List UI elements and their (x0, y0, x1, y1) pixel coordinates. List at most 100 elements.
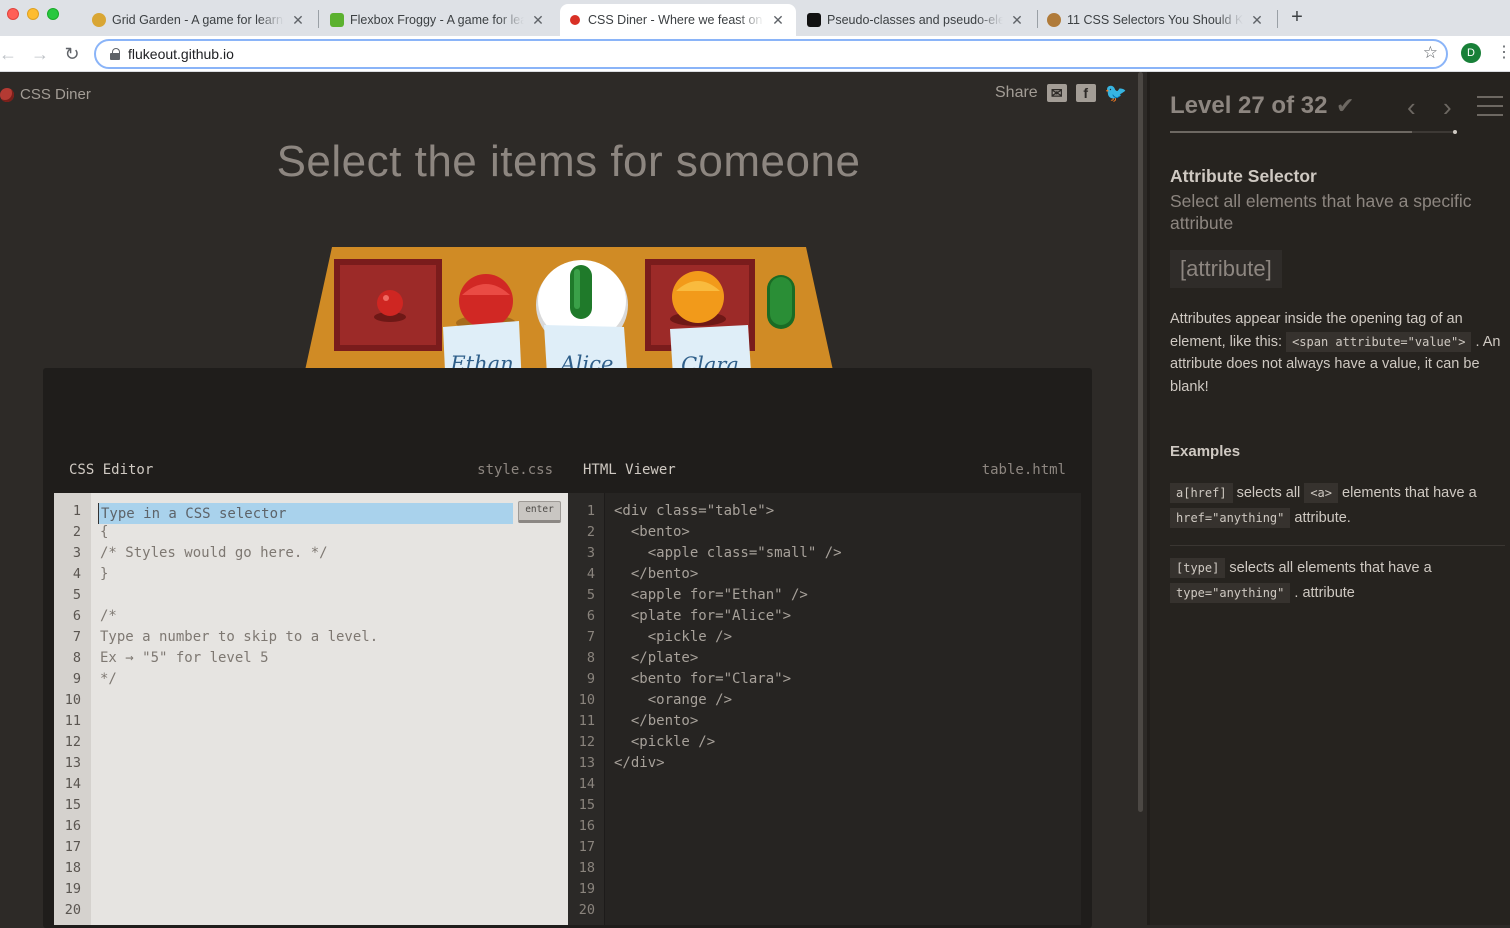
html-code-line[interactable]: </div> (614, 755, 665, 771)
html-code-line[interactable]: <bento> (614, 524, 690, 540)
css-line-number: 10 (64, 692, 81, 708)
css-code-line: /* (100, 608, 117, 624)
css-line-number: 1 (72, 503, 81, 519)
next-level-chevron-icon[interactable]: › (1443, 92, 1452, 123)
html-line-number: 11 (578, 713, 595, 729)
css-diner-favicon (570, 15, 580, 25)
css-line-number: 11 (64, 713, 81, 729)
window-zoom-control[interactable] (47, 8, 59, 20)
html-line-number: 14 (578, 776, 595, 792)
share-label: Share (995, 84, 1038, 101)
progress-knob (1453, 130, 1457, 134)
html-line-number: 17 (578, 839, 595, 855)
html-code-line[interactable]: <bento for="Clara"> (614, 671, 791, 687)
address-bar[interactable]: flukeout.github.io ☆ (94, 39, 1448, 69)
css-selectors-favicon (1047, 13, 1061, 27)
css-diner-logo[interactable]: CSS Diner (0, 86, 91, 103)
html-line-number: 2 (586, 524, 595, 540)
level-progress-bar (1170, 130, 1457, 134)
twitter-icon[interactable]: 🐦 (1105, 84, 1127, 102)
css-selector-input[interactable] (98, 503, 513, 524)
browser-menu-icon[interactable]: ⋮ (1496, 44, 1510, 62)
examples-divider (1170, 545, 1505, 546)
profile-avatar[interactable]: D (1461, 43, 1481, 63)
html-code-line[interactable]: <pickle /> (614, 734, 715, 750)
close-tab-icon[interactable]: ✕ (770, 12, 786, 29)
html-line-number: 19 (578, 881, 595, 897)
css-line-number: 18 (64, 860, 81, 876)
browser-toolbar: ← → ↻ flukeout.github.io ☆ (0, 36, 1510, 72)
game-scrollbar[interactable] (1138, 72, 1143, 812)
tab-title: Flexbox Froggy - A game for learning CSS… (350, 13, 524, 27)
close-tab-icon[interactable]: ✕ (1009, 12, 1025, 29)
browser-tab-pseudo-classes[interactable]: Pseudo-classes and pseudo-elements ✕ (799, 4, 1035, 36)
css-line-number: 20 (64, 902, 81, 918)
window-minimize-control[interactable] (27, 8, 39, 20)
html-code-line[interactable]: </bento> (614, 713, 698, 729)
email-icon[interactable]: ✉ (1046, 84, 1067, 102)
share-bar: Share ✉ f 🐦 (995, 84, 1127, 102)
close-tab-icon[interactable]: ✕ (290, 12, 306, 29)
tab-title: Pseudo-classes and pseudo-elements (827, 13, 1003, 27)
html-viewer-title: HTML Viewer (583, 462, 676, 478)
html-code-line[interactable]: <div class="table"> (614, 503, 774, 519)
css-editor-title: CSS Editor (69, 462, 154, 478)
css-line-number: 5 (72, 587, 81, 603)
html-code-line[interactable]: </plate> (614, 650, 698, 666)
css-code-line: */ (100, 671, 117, 687)
html-code-line[interactable]: <orange /> (614, 692, 732, 708)
example-code: <a> (1304, 483, 1338, 503)
forward-arrow-icon[interactable]: → (28, 42, 52, 66)
css-file-name: style.css (477, 462, 553, 478)
html-code-line[interactable]: <apple for="Ethan" /> (614, 587, 808, 603)
browser-tab-css-selectors[interactable]: 11 CSS Selectors You Should Know ✕ (1039, 4, 1275, 36)
level-header: Level 27 of 32 (1170, 92, 1328, 119)
html-code-line[interactable]: <apple class="small" /> (614, 545, 842, 561)
level-menu-icon[interactable] (1477, 96, 1503, 116)
enter-button[interactable]: enter (518, 501, 561, 523)
new-tab-icon[interactable]: + (1287, 6, 1307, 28)
level-sidebar: Level 27 of 32 ✔ ‹ › Attribute Selector … (1150, 72, 1510, 925)
close-tab-icon[interactable]: ✕ (530, 12, 546, 29)
window-close-control[interactable] (7, 8, 19, 20)
html-line-number: 10 (578, 692, 595, 708)
browser-tab-css-diner[interactable]: CSS Diner - Where we feast on CSS Select… (560, 4, 796, 36)
facebook-icon[interactable]: f (1075, 84, 1096, 102)
apple-shine (383, 295, 389, 301)
level-progress-fill (1170, 131, 1413, 133)
css-line-number: 13 (64, 755, 81, 771)
reload-icon[interactable]: ↻ (60, 42, 84, 66)
css-editor-header: CSS Editor style.css (54, 452, 553, 492)
url-text[interactable]: flukeout.github.io (128, 46, 234, 62)
css-line-number: 3 (72, 545, 81, 561)
example-code: a[href] (1170, 483, 1233, 503)
html-line-number: 7 (586, 629, 595, 645)
back-arrow-icon[interactable]: ← (0, 42, 20, 66)
html-code-line[interactable]: </bento> (614, 566, 698, 582)
selector-description: Select all elements that have a specific… (1170, 191, 1472, 233)
html-viewer: 1 2 3 4 5 6 7 8 9 10 11 12 13 14 15 16 17 18 19 20 <div clas… (568, 493, 1081, 925)
html-line-number: 4 (586, 566, 595, 582)
bookmark-star-icon[interactable]: ☆ (1423, 43, 1438, 63)
css-line-number: 6 (72, 608, 81, 624)
css-line-number: 9 (72, 671, 81, 687)
browser-tab-flexbox-froggy[interactable]: Flexbox Froggy - A game for learning CSS… (322, 4, 556, 36)
browser-tab-grid-garden[interactable]: Grid Garden - A game for learning CSS gr… (84, 4, 316, 36)
apple-ethan (459, 274, 513, 328)
html-line-number: 16 (578, 818, 595, 834)
html-line-number: 12 (578, 734, 595, 750)
tab-title: Grid Garden - A game for learning CSS gr… (112, 13, 284, 27)
close-tab-icon[interactable]: ✕ (1249, 12, 1265, 29)
tab-title: CSS Diner - Where we feast on CSS Select… (588, 13, 764, 27)
browser-tab-bar: Grid Garden - A game for learning CSS gr… (0, 0, 1510, 36)
html-code-line[interactable]: <pickle /> (614, 629, 732, 645)
example-text: elements that have a (1342, 485, 1477, 501)
example-code: type="anything" (1170, 583, 1291, 603)
html-code-line[interactable]: <plate for="Alice"> (614, 608, 791, 624)
orange (672, 271, 724, 323)
flexbox-froggy-favicon (330, 13, 344, 27)
previous-level-chevron-icon[interactable]: ‹ (1407, 92, 1416, 123)
html-line-number: 8 (586, 650, 595, 666)
css-line-number: 4 (72, 566, 81, 582)
lock-icon (110, 48, 120, 60)
